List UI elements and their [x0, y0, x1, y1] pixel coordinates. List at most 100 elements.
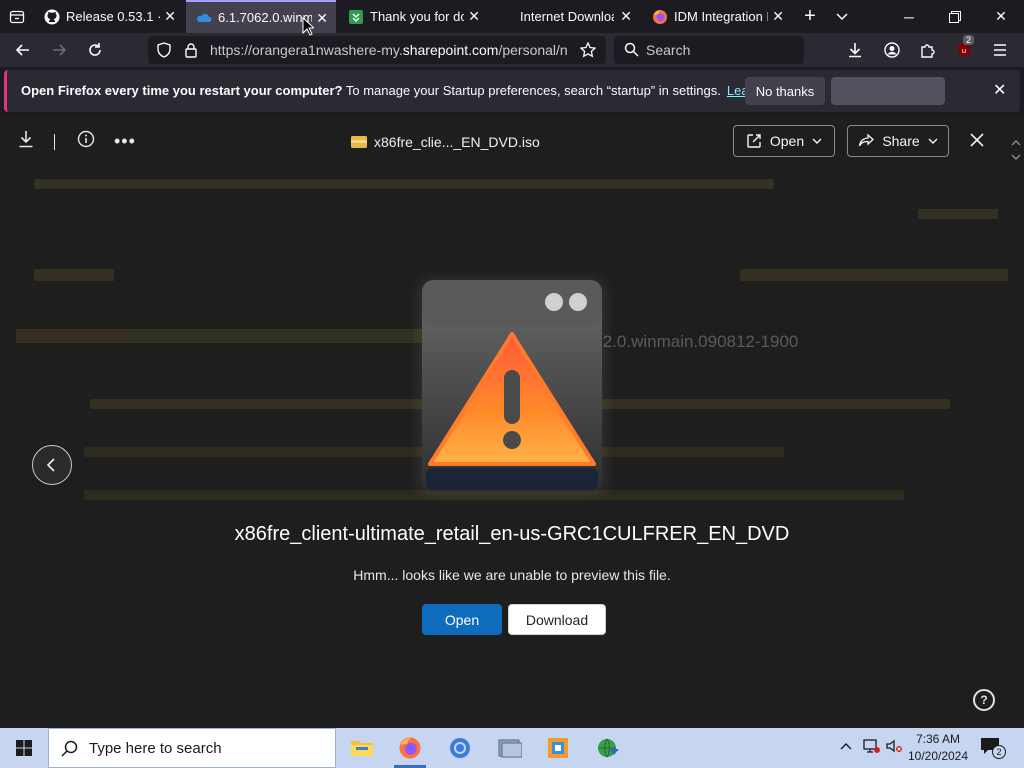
minimize-button[interactable]: ─ [886, 0, 932, 33]
taskbar-search-box[interactable]: Type here to search [48, 728, 336, 768]
notification-count-badge: 2 [992, 745, 1006, 759]
background-banner [34, 179, 774, 189]
url-text[interactable]: https://orangera1nwashere-my.sharepoint.… [210, 42, 570, 58]
forward-button[interactable] [44, 33, 74, 67]
previous-file-button[interactable] [32, 445, 72, 485]
close-icon[interactable]: ✕ [620, 8, 632, 25]
tab-title: IDM Integration M [674, 9, 768, 24]
open-file-button[interactable]: Open [422, 604, 502, 635]
tab-sourceforge[interactable]: Thank you for dow ✕ [338, 0, 488, 33]
app-window-icon [498, 739, 522, 758]
tab-github-release[interactable]: Release 0.53.1 · rej ✕ [34, 0, 184, 33]
generic-file-warning-icon [418, 278, 606, 496]
url-domain: sharepoint.com [402, 42, 499, 58]
chevron-up-icon [840, 743, 852, 750]
chevron-down-icon[interactable] [1011, 153, 1021, 161]
taskbar-app-tile[interactable] [534, 728, 582, 768]
no-thanks-button[interactable]: No thanks [745, 77, 825, 105]
extensions-button[interactable] [913, 33, 943, 67]
open-menu-label: Open [769, 133, 805, 149]
arrow-right-icon [53, 44, 67, 56]
notification-message: Open Firefox every time you restart your… [21, 83, 793, 98]
share-menu-label: Share [882, 133, 920, 149]
new-tab-button[interactable]: + [798, 4, 822, 28]
chevron-up-icon[interactable] [1011, 139, 1021, 147]
restore-button[interactable] [932, 0, 978, 33]
more-options-button[interactable]: ••• [114, 131, 136, 152]
background-text-block [740, 269, 1010, 281]
disc-image-icon [351, 136, 367, 148]
shield-icon[interactable] [156, 42, 172, 58]
close-icon[interactable]: ✕ [164, 8, 176, 25]
sourceforge-icon [349, 9, 363, 24]
set-default-button[interactable] [831, 77, 945, 105]
viewer-toolbar: ••• x86fre_clie..._EN_DVD.iso Open Share [0, 117, 1024, 167]
speaker-muted-icon [886, 739, 902, 753]
address-bar[interactable]: https://orangera1nwashere-my.sharepoint.… [148, 36, 606, 64]
volume-icon[interactable] [885, 738, 903, 758]
ublock-origin-button[interactable]: u 2 [949, 33, 979, 67]
account-button[interactable] [877, 33, 907, 67]
open-external-icon [747, 134, 761, 148]
search-icon [624, 42, 639, 57]
reload-button[interactable] [80, 33, 110, 67]
firefox-view-button[interactable] [4, 4, 30, 30]
close-icon[interactable]: ✕ [468, 8, 480, 25]
action-center-button[interactable]: 2 [980, 737, 1006, 759]
close-icon[interactable]: ✕ [772, 8, 784, 25]
url-prefix: https://orangera1nwashere-my. [210, 42, 403, 58]
app-menu-button[interactable] [985, 33, 1015, 67]
start-button[interactable] [0, 728, 48, 768]
firefox-icon [653, 9, 667, 24]
help-button[interactable]: ? [973, 689, 995, 711]
file-name-short: x86fre_clie..._EN_DVD.iso [374, 134, 540, 150]
downloads-button[interactable] [840, 33, 870, 67]
download-icon[interactable] [18, 130, 34, 148]
share-icon [859, 133, 875, 147]
taskbar-app-window[interactable] [486, 728, 534, 768]
search-icon [61, 740, 78, 757]
clock-date: 10/20/2024 [907, 749, 969, 763]
background-breadcrumb [16, 329, 436, 343]
tab-internet-download[interactable]: Internet Download ✕ [490, 0, 640, 33]
close-window-button[interactable]: ✕ [978, 0, 1024, 33]
firefox-icon [399, 737, 421, 759]
open-menu-button[interactable]: Open [733, 125, 835, 157]
network-icon[interactable] [862, 738, 880, 758]
close-viewer-button[interactable] [966, 129, 988, 151]
network-disconnected-icon [863, 739, 880, 753]
toolbar-divider [54, 134, 55, 150]
system-clock[interactable]: 7:36 AM 10/20/2024 [904, 731, 972, 765]
app-tile-icon [548, 738, 568, 758]
chevron-down-icon [812, 138, 822, 144]
reload-icon [89, 43, 101, 56]
share-menu-button[interactable]: Share [847, 125, 949, 157]
tab-idm-integration[interactable]: IDM Integration M ✕ [642, 0, 792, 33]
onedrive-icon [197, 13, 212, 22]
download-icon [849, 43, 861, 58]
info-icon[interactable] [77, 130, 95, 148]
page-scrollbar[interactable] [1008, 117, 1024, 727]
taskbar-file-explorer[interactable] [338, 728, 386, 768]
github-icon [44, 9, 60, 24]
file-title: x86fre_client-ultimate_retail_en-us-GRC1… [234, 523, 790, 545]
tab-title: 6.1.7062.0.winmain [218, 10, 312, 25]
close-icon[interactable]: ✕ [316, 10, 328, 27]
back-button[interactable] [8, 33, 38, 67]
clock-time: 7:36 AM [915, 732, 961, 746]
star-icon[interactable] [580, 42, 596, 58]
lock-icon[interactable] [184, 42, 198, 58]
close-icon[interactable]: ✕ [993, 80, 1006, 100]
search-bar[interactable]: Search [614, 36, 804, 64]
taskbar-idm[interactable] [584, 728, 632, 768]
windows-logo-icon [16, 740, 32, 756]
show-hidden-icons-button[interactable] [840, 738, 852, 755]
svg-text:u: u [962, 47, 966, 55]
taskbar-search-placeholder: Type here to search [89, 740, 222, 757]
download-file-button[interactable]: Download [508, 604, 606, 635]
file-name-header: x86fre_clie..._EN_DVD.iso [350, 134, 540, 150]
chevron-down-icon [928, 138, 938, 144]
taskbar-firefox[interactable] [386, 728, 434, 768]
taskbar-browser[interactable] [436, 728, 484, 768]
list-all-tabs-button[interactable] [830, 4, 854, 28]
